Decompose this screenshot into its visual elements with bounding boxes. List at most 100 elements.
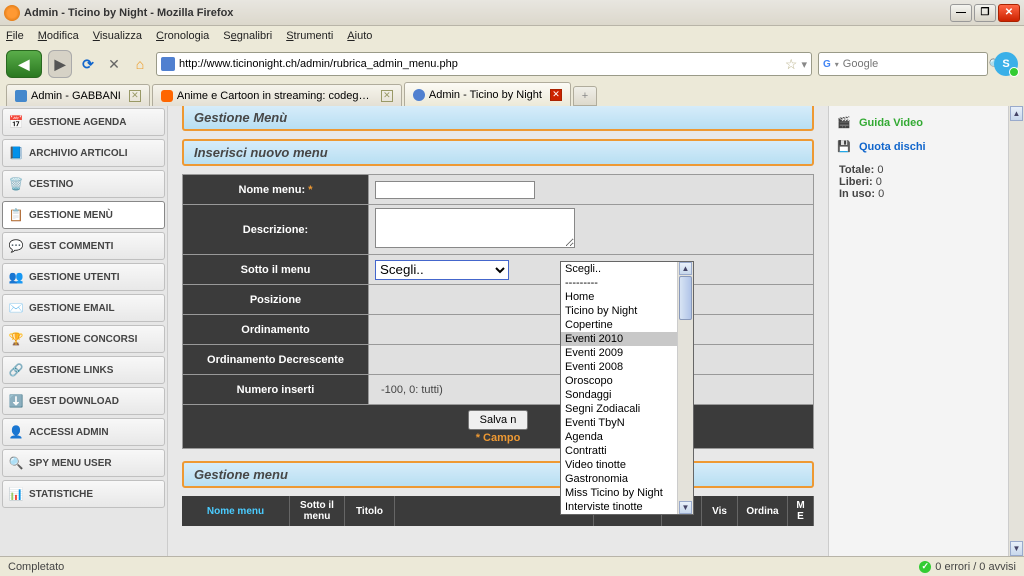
dropdown-item[interactable]: Ticino by Night — [561, 304, 677, 318]
search-bar[interactable]: G ▾ 🔍 — [818, 52, 988, 76]
dropdown-item[interactable]: Video tinotte — [561, 458, 677, 472]
dropdown-item[interactable]: Eventi 2009 — [561, 346, 677, 360]
dropdown-sotto-open[interactable]: Scegli..---------HomeTicino by NightCope… — [560, 261, 694, 515]
tab-icon — [161, 90, 173, 102]
sidebar-item-1[interactable]: 📘ARCHIVIO ARTICOLI — [2, 139, 165, 167]
new-tab-button[interactable]: + — [573, 86, 597, 106]
menu-help[interactable]: Aiuto — [347, 30, 372, 42]
sidebar-label: GESTIONE EMAIL — [29, 303, 115, 314]
sidebar-icon: 📅 — [9, 115, 23, 129]
scroll-thumb[interactable] — [679, 276, 692, 320]
tab-0[interactable]: Admin - GABBANI ✕ — [6, 84, 150, 106]
close-tab-icon[interactable]: ✕ — [550, 89, 562, 101]
tab-2[interactable]: Admin - Ticino by Night ✕ — [404, 82, 571, 106]
label-sotto: Sotto il menu — [183, 255, 369, 285]
dropdown-item[interactable]: Eventi 2010 — [561, 332, 677, 346]
maximize-button[interactable]: ❐ — [974, 4, 996, 22]
close-tab-icon[interactable]: ✕ — [129, 90, 141, 102]
search-engine-dropdown-icon[interactable]: ▾ — [835, 60, 839, 69]
menu-edit[interactable]: Modifica — [38, 30, 79, 42]
google-icon: G — [823, 57, 831, 71]
skype-icon[interactable]: S — [994, 52, 1018, 76]
check-icon: ✓ — [919, 561, 931, 573]
save-button[interactable]: Salva n — [468, 410, 529, 430]
col-ordina[interactable]: Ordina — [738, 496, 788, 526]
window-title: Admin - Ticino by Night - Mozilla Firefo… — [24, 7, 950, 19]
menu-tools[interactable]: Strumenti — [286, 30, 333, 42]
url-dropdown-icon[interactable]: ▾ — [801, 58, 807, 71]
dropdown-item[interactable]: Home — [561, 290, 677, 304]
scroll-up-icon[interactable]: ▲ — [1010, 106, 1023, 121]
dropdown-item[interactable]: Contratti — [561, 444, 677, 458]
link-guida-video[interactable]: 🎬 Guida Video — [837, 116, 1000, 130]
home-icon[interactable]: ⌂ — [130, 54, 150, 74]
sidebar-item-11[interactable]: 🔍SPY MENU USER — [2, 449, 165, 477]
back-button[interactable]: ◀ — [6, 50, 42, 78]
sidebar-item-0[interactable]: 📅GESTIONE AGENDA — [2, 108, 165, 136]
col-titolo[interactable]: Titolo — [345, 496, 395, 526]
required-note: * Campo — [183, 432, 813, 444]
menu-file[interactable]: File — [6, 30, 24, 42]
minimize-button[interactable]: — — [950, 4, 972, 22]
close-tab-icon[interactable]: ✕ — [381, 90, 393, 102]
sidebar-item-6[interactable]: ✉️GESTIONE EMAIL — [2, 294, 165, 322]
dropdown-item[interactable]: Segni Zodiacali — [561, 402, 677, 416]
sidebar-item-4[interactable]: 💬GEST COMMENTI — [2, 232, 165, 260]
sidebar-label: GESTIONE LINKS — [29, 365, 113, 376]
status-errors[interactable]: ✓ 0 errori / 0 avvisi — [919, 561, 1016, 573]
dropdown-item[interactable]: Sondaggi — [561, 388, 677, 402]
col-me[interactable]: ME — [788, 496, 814, 526]
dropdown-item[interactable]: Agenda — [561, 430, 677, 444]
dropdown-scrollbar[interactable]: ▲ ▼ — [677, 262, 693, 514]
close-button[interactable]: ✕ — [998, 4, 1020, 22]
col-sotto[interactable]: Sotto ilmenu — [290, 496, 345, 526]
input-nome[interactable] — [375, 181, 535, 199]
dropdown-item[interactable]: Eventi 2008 — [561, 360, 677, 374]
search-input[interactable] — [843, 58, 985, 70]
tab-label: Admin - Ticino by Night — [429, 89, 542, 101]
sidebar-item-12[interactable]: 📊STATISTICHE — [2, 480, 165, 508]
right-panel: 🎬 Guida Video 💾 Quota dischi Totale: 0 L… — [828, 106, 1008, 556]
label-ordinamento-desc: Ordinamento Decrescente — [183, 345, 369, 375]
dropdown-item[interactable]: Interviste tinotte — [561, 500, 677, 514]
dropdown-item[interactable]: Scegli.. — [561, 262, 677, 276]
link-quota-dischi[interactable]: 💾 Quota dischi — [837, 140, 1000, 154]
sidebar-icon: 📘 — [9, 146, 23, 160]
select-sotto[interactable]: Scegli.. — [375, 260, 509, 280]
dropdown-item[interactable]: Gastronomia — [561, 472, 677, 486]
scroll-down-icon[interactable]: ▼ — [679, 501, 692, 514]
menu-history[interactable]: Cronologia — [156, 30, 209, 42]
dropdown-item[interactable]: Miss Ticino by Night — [561, 486, 677, 500]
sidebar-item-2[interactable]: 🗑️CESTINO — [2, 170, 165, 198]
bookmark-star-icon[interactable]: ☆ — [785, 56, 798, 73]
sidebar-item-5[interactable]: 👥GESTIONE UTENTI — [2, 263, 165, 291]
label-posizione: Posizione — [183, 285, 369, 315]
col-nome[interactable]: Nome menu — [182, 496, 290, 526]
site-icon — [161, 57, 175, 71]
col-vis[interactable]: Vis — [702, 496, 738, 526]
page-scrollbar[interactable]: ▲ ▼ — [1008, 106, 1024, 556]
scroll-down-icon[interactable]: ▼ — [1010, 541, 1023, 556]
menu-view[interactable]: Visualizza — [93, 30, 142, 42]
sidebar-icon: 🔍 — [9, 456, 23, 470]
window-buttons: — ❐ ✕ — [950, 4, 1020, 22]
reload-icon[interactable]: ⟳ — [78, 54, 98, 74]
scroll-up-icon[interactable]: ▲ — [679, 262, 692, 275]
sidebar-item-7[interactable]: 🏆GESTIONE CONCORSI — [2, 325, 165, 353]
url-input[interactable] — [179, 58, 781, 70]
url-bar[interactable]: ☆ ▾ — [156, 52, 812, 76]
stop-icon[interactable]: ✕ — [104, 54, 124, 74]
input-descrizione[interactable] — [375, 208, 575, 248]
forward-button[interactable]: ▶ — [48, 50, 72, 78]
dropdown-item[interactable]: --------- — [561, 276, 677, 290]
sidebar-item-10[interactable]: 👤ACCESSI ADMIN — [2, 418, 165, 446]
dropdown-item[interactable]: Copertine — [561, 318, 677, 332]
sidebar-item-9[interactable]: ⬇️GEST DOWNLOAD — [2, 387, 165, 415]
dropdown-item[interactable]: Eventi TbyN — [561, 416, 677, 430]
tab-1[interactable]: Anime e Cartoon in streaming: codegea...… — [152, 84, 402, 106]
sidebar-icon: 📊 — [9, 487, 23, 501]
dropdown-item[interactable]: Oroscopo — [561, 374, 677, 388]
sidebar-item-3[interactable]: 📋GESTIONE MENÙ — [2, 201, 165, 229]
menu-bookmarks[interactable]: Segnalibri — [223, 30, 272, 42]
sidebar-item-8[interactable]: 🔗GESTIONE LINKS — [2, 356, 165, 384]
